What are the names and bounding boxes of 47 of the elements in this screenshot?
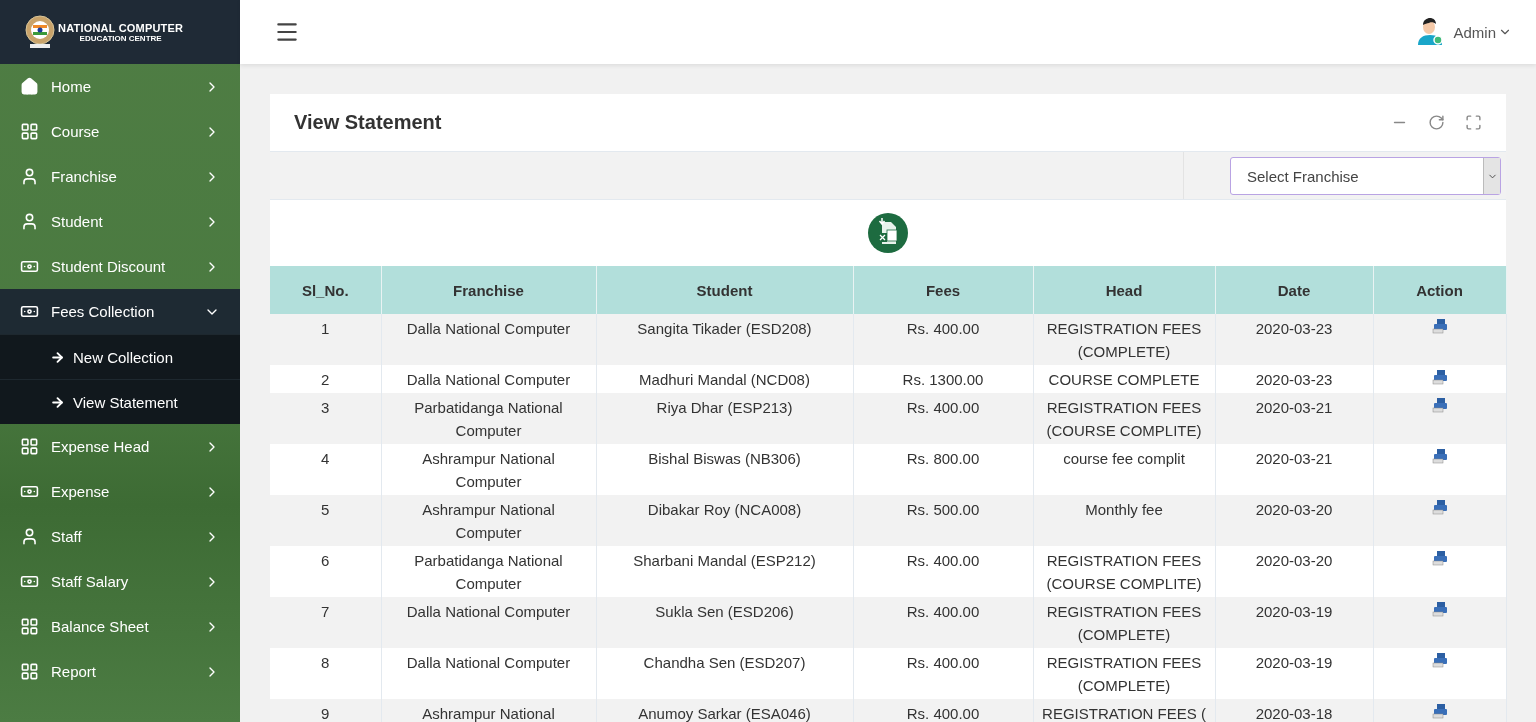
sidebar-item[interactable]: Report: [0, 649, 240, 694]
printer-icon[interactable]: [1431, 499, 1448, 515]
table-cell: 9: [270, 699, 381, 722]
table-cell: REGISTRATION FEES (: [1033, 699, 1215, 722]
column-header: Date: [1215, 266, 1373, 314]
brand-subtitle: EDUCATION CENTRE: [78, 33, 163, 43]
card-title: View Statement: [294, 111, 442, 134]
sidebar-item[interactable]: Staff Salary: [0, 559, 240, 604]
printer-icon[interactable]: [1431, 550, 1448, 566]
sidebar-item[interactable]: Course: [0, 109, 240, 154]
brand-name: NATIONAL COMPUTER: [58, 21, 184, 34]
sidebar-item[interactable]: Home: [0, 64, 240, 109]
sidebar-item[interactable]: Student: [0, 199, 240, 244]
column-header: Head: [1033, 266, 1215, 314]
column-header: Action: [1373, 266, 1506, 314]
table-cell: Rs. 400.00: [853, 699, 1033, 722]
column-header: Student: [596, 266, 853, 314]
table-cell: Anumoy Sarkar (ESA046): [596, 699, 853, 722]
sidebar-item[interactable]: Expense Head: [0, 424, 240, 469]
sidebar-item[interactable]: Staff: [0, 514, 240, 559]
submenu-item[interactable]: View Statement: [0, 379, 240, 424]
sidebar-item[interactable]: Fees Collection: [0, 289, 240, 334]
printer-icon[interactable]: [1431, 652, 1448, 668]
submenu-item[interactable]: New Collection: [0, 334, 240, 379]
sidebar-item[interactable]: Expense: [0, 469, 240, 514]
printer-icon[interactable]: [1431, 369, 1448, 385]
column-header: Franchise: [381, 266, 596, 314]
sidebar-item[interactable]: Franchise: [0, 154, 240, 199]
printer-icon[interactable]: [1431, 397, 1448, 413]
sidebar-item[interactable]: Balance Sheet: [0, 604, 240, 649]
sidebar-item[interactable]: Student Discount: [0, 244, 240, 289]
fullscreen-icon[interactable]: [1465, 114, 1482, 131]
printer-icon[interactable]: [1431, 318, 1448, 334]
printer-icon[interactable]: [1431, 703, 1448, 719]
column-header: Sl_No.: [270, 266, 381, 314]
refresh-icon[interactable]: [1428, 114, 1445, 131]
excel-export-icon[interactable]: [868, 213, 908, 253]
arrow-right-icon: [50, 394, 65, 410]
user-menu[interactable]: Admin: [1453, 23, 1512, 41]
column-header: Fees: [853, 266, 1033, 314]
franchise-select[interactable]: Select Franchise: [1230, 157, 1501, 195]
emblem-logo: [24, 15, 56, 49]
table-cell: Ashrampur National: [381, 699, 596, 722]
printer-icon[interactable]: [1431, 601, 1448, 617]
table-cell: 2020-03-18: [1215, 699, 1373, 722]
arrow-right-icon: [50, 349, 65, 365]
printer-icon[interactable]: [1431, 448, 1448, 464]
